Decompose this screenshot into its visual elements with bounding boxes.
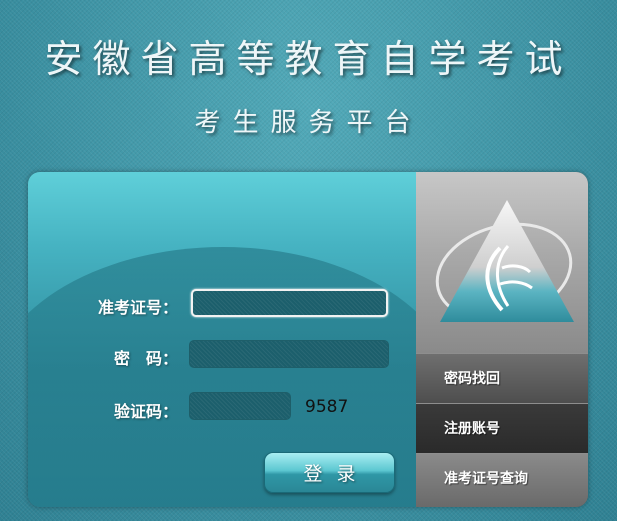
captcha-input[interactable] <box>189 392 291 420</box>
exam-id-label: 准考证号： <box>97 298 178 317</box>
side-panel: 密码找回 注册账号 准考证号查询 <box>416 172 588 507</box>
captcha-label: 验证码： <box>113 402 178 421</box>
captcha-code[interactable]: 9587 <box>305 397 348 417</box>
logo-area <box>416 172 588 353</box>
login-form: 准考证号： 密 码： 验证码： 9587 登录 <box>28 172 458 507</box>
page-title: 安徽省高等教育自学考试 <box>44 37 573 81</box>
exam-id-input[interactable] <box>191 289 388 317</box>
page-subtitle: 考生服务平台 <box>194 108 423 138</box>
password-label: 密 码： <box>113 349 178 368</box>
login-button[interactable]: 登录 <box>264 452 395 493</box>
login-panel: 准考证号： 密 码： 验证码： 9587 登录 密码找回 注册账号 准考证号查询 <box>28 172 588 507</box>
side-link-exam-id-lookup[interactable]: 准考证号查询 <box>416 453 588 507</box>
password-input[interactable] <box>189 340 389 368</box>
exam-logo-icon <box>435 200 574 322</box>
side-link-register[interactable]: 注册账号 <box>416 403 588 453</box>
side-link-password-recovery[interactable]: 密码找回 <box>416 353 588 403</box>
